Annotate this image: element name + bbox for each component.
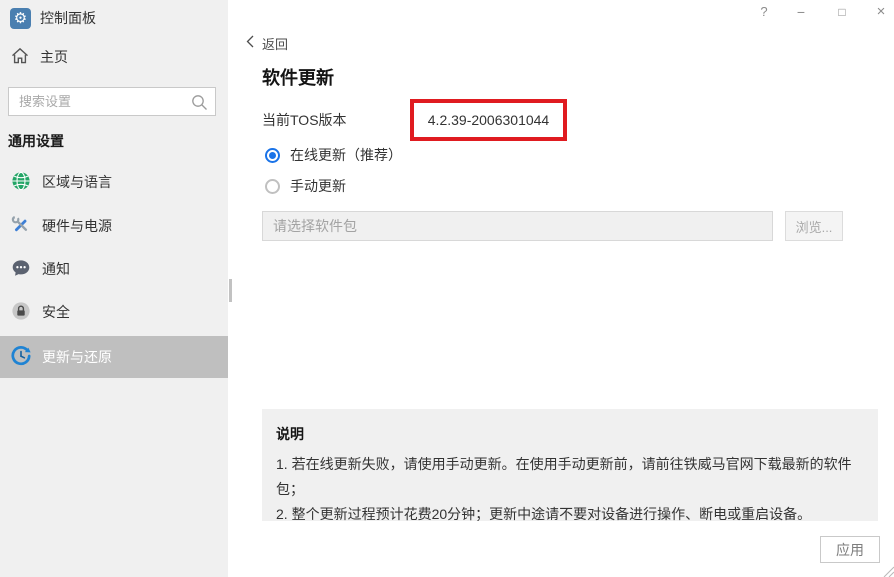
radio-button-unchecked[interactable] <box>265 179 280 194</box>
search-input[interactable] <box>9 88 215 115</box>
version-value-annotation-box: 4.2.39-2006301044 <box>410 99 567 141</box>
lock-icon <box>11 301 31 324</box>
sidebar-item-update-restore[interactable]: 更新与还原 <box>0 336 228 378</box>
home-icon <box>10 46 30 69</box>
resize-grip-icon[interactable] <box>881 564 894 577</box>
sidebar-item-label: 更新与还原 <box>42 347 112 367</box>
app-header: ⚙ 控制面板 <box>10 6 96 30</box>
note-title: 说明 <box>276 424 864 444</box>
search-box <box>8 87 216 116</box>
sidebar-item-label: 安全 <box>42 302 70 322</box>
sidebar-item-label: 通知 <box>42 259 70 279</box>
radio-button-checked[interactable] <box>265 148 280 163</box>
chevron-left-icon <box>246 35 254 51</box>
page-title: 软件更新 <box>262 64 334 90</box>
note-line-2: 2. 整个更新过程预计花费20分钟；更新中途请不要对设备进行操作、断电或重启设备… <box>276 502 864 521</box>
browse-button[interactable]: 浏览... <box>785 211 843 241</box>
radio-online-update[interactable]: 在线更新（推荐） <box>265 147 402 163</box>
sidebar-item-home[interactable]: 主页 <box>10 46 68 68</box>
notification-bubble-icon <box>11 258 31 281</box>
sidebar-item-label: 区域与语言 <box>42 172 112 192</box>
apply-button[interactable]: 应用 <box>820 536 880 563</box>
home-label: 主页 <box>40 47 68 67</box>
note-line-1: 1. 若在线更新失败，请使用手动更新。在使用手动更新前，请前往铁威马官网下载最新… <box>276 452 864 502</box>
sidebar-item-region-language[interactable]: 区域与语言 <box>0 160 228 204</box>
back-label: 返回 <box>262 34 288 53</box>
package-file-input[interactable] <box>262 211 773 241</box>
radio-manual-update[interactable]: 手动更新 <box>265 178 346 194</box>
maximize-button[interactable]: □ <box>832 2 852 22</box>
search-icon <box>191 94 208 116</box>
back-button[interactable]: 返回 <box>246 35 288 51</box>
sidebar-item-notifications[interactable]: 通知 <box>0 247 228 291</box>
control-panel-window: ⚙ 控制面板 主页 通用设置 <box>0 0 894 577</box>
note-box: 说明 1. 若在线更新失败，请使用手动更新。在使用手动更新前，请前往铁威马官网下… <box>262 409 878 521</box>
sidebar-item-hardware-power[interactable]: 硬件与电源 <box>0 204 228 248</box>
sidebar: ⚙ 控制面板 主页 通用设置 <box>0 0 228 577</box>
tools-icon <box>11 215 31 238</box>
help-button[interactable]: ? <box>754 2 774 22</box>
version-value: 4.2.39-2006301044 <box>428 112 549 128</box>
sidebar-item-security[interactable]: 安全 <box>0 290 228 334</box>
version-label: 当前TOS版本 <box>262 110 347 130</box>
minimize-button[interactable]: − <box>791 2 811 22</box>
sidebar-section-general-settings: 通用设置 <box>8 131 64 151</box>
close-button[interactable]: × <box>871 2 891 22</box>
radio-dot <box>269 152 276 159</box>
radio-label: 在线更新（推荐） <box>290 145 402 165</box>
globe-icon <box>11 171 31 194</box>
radio-label: 手动更新 <box>290 176 346 196</box>
control-panel-gear-icon: ⚙ <box>10 8 31 29</box>
update-restore-icon <box>11 346 31 369</box>
sidebar-item-label: 硬件与电源 <box>42 216 112 236</box>
app-title: 控制面板 <box>40 8 96 28</box>
sidebar-scrollbar-thumb[interactable] <box>229 279 232 302</box>
